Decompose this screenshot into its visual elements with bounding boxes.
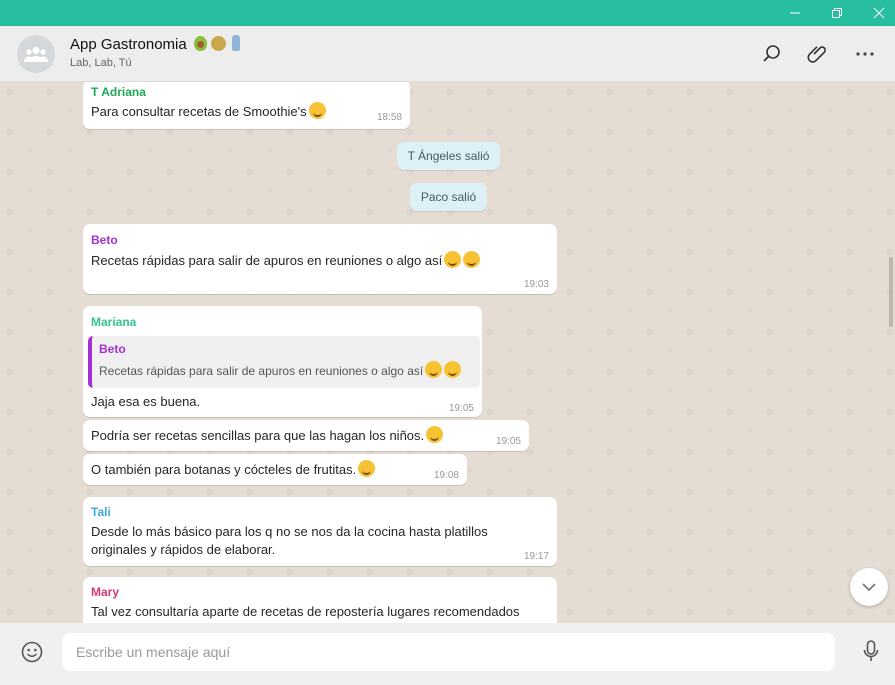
message-text: Para consultar recetas de Smoothie's	[91, 102, 326, 121]
message-list[interactable]: T Adriana Para consultar recetas de Smoo…	[0, 82, 895, 623]
microphone-icon[interactable]	[859, 640, 883, 664]
message-text: O también para botanas y cócteles de fru…	[91, 460, 376, 479]
message-sender: Beto	[91, 233, 118, 247]
message-time: 19:05	[448, 403, 474, 414]
message-time: 19:05	[495, 436, 521, 447]
thinking-emoji-icon	[463, 251, 481, 268]
message-time: 18:58	[376, 112, 402, 123]
scroll-down-button[interactable]	[850, 568, 888, 606]
message-time: 19:08	[433, 470, 459, 481]
message-text-line: Desde lo más básico para los q no se nos…	[91, 524, 488, 539]
message-bubble[interactable]: Beto Recetas rápidas para salir de apuro…	[83, 224, 557, 294]
message-text: Jaja esa es buena.	[91, 394, 201, 409]
message-input[interactable]: Escribe un mensaje aquí	[62, 633, 835, 671]
close-icon[interactable]	[859, 0, 895, 26]
thinking-emoji-icon	[444, 361, 462, 378]
message-input-placeholder: Escribe un mensaje aquí	[76, 644, 231, 660]
quoted-text: Recetas rápidas para salir de apuros en …	[99, 361, 462, 378]
message-sender: Mary	[91, 585, 120, 599]
search-icon[interactable]	[760, 42, 784, 66]
message-bubble[interactable]: Mary Tal vez consultaría aparte de recet…	[83, 577, 557, 623]
laughing-emoji-icon	[425, 361, 443, 378]
emoji-icon[interactable]	[20, 640, 44, 664]
chevron-down-icon	[862, 582, 876, 592]
chat-participants: Lab, Lab, Tú	[70, 57, 132, 69]
quoted-sender: Beto	[99, 342, 126, 356]
grin-emoji-icon	[308, 102, 326, 119]
message-text: Tal vez consultaría aparte de recetas de…	[91, 604, 520, 619]
message-sender: T Adriana	[91, 85, 146, 99]
message-text-line: originales y rápidos de elaborar.	[91, 542, 276, 557]
maximize-icon[interactable]	[817, 0, 857, 26]
window-titlebar	[0, 0, 895, 26]
message-text: Recetas rápidas para salir de apuros en …	[91, 251, 481, 270]
chat-header[interactable]: App Gastronomia Lab, Lab, Tú	[0, 26, 895, 82]
quoted-message[interactable]: Beto Recetas rápidas para salir de apuro…	[88, 336, 480, 388]
composer-bar: Escribe un mensaje aquí	[0, 623, 895, 685]
message-sender: Tali	[91, 505, 111, 519]
blush-emoji-icon	[426, 426, 444, 443]
chat-title[interactable]: App Gastronomia	[70, 35, 241, 53]
attach-icon[interactable]	[806, 42, 830, 66]
scrollbar-thumb[interactable]	[889, 257, 893, 327]
group-avatar-icon[interactable]	[17, 35, 55, 73]
message-bubble[interactable]: T Adriana Para consultar recetas de Smoo…	[83, 82, 410, 129]
message-sender: Mariana	[91, 315, 137, 329]
message-time: 19:17	[523, 551, 549, 562]
system-notice: T Ángeles salió	[397, 142, 500, 170]
message-text: Podría ser recetas sencillas para que la…	[91, 426, 444, 445]
message-bubble[interactable]: Tali Desde lo más básico para los q no s…	[83, 497, 557, 566]
avocado-emoji-icon	[193, 36, 207, 51]
minimize-icon[interactable]	[775, 0, 815, 26]
food-emoji-icon	[211, 36, 227, 51]
menu-icon[interactable]	[853, 42, 877, 66]
bottle-emoji-icon	[232, 35, 241, 51]
blush-emoji-icon	[358, 460, 376, 477]
system-notice: Paco salió	[410, 183, 487, 211]
message-bubble[interactable]: Podría ser recetas sencillas para que la…	[83, 420, 529, 451]
message-time: 19:03	[523, 279, 549, 290]
message-bubble[interactable]: O también para botanas y cócteles de fru…	[83, 454, 467, 485]
message-bubble[interactable]: Mariana Beto Recetas rápidas para salir …	[83, 306, 482, 417]
laughing-emoji-icon	[444, 251, 462, 268]
